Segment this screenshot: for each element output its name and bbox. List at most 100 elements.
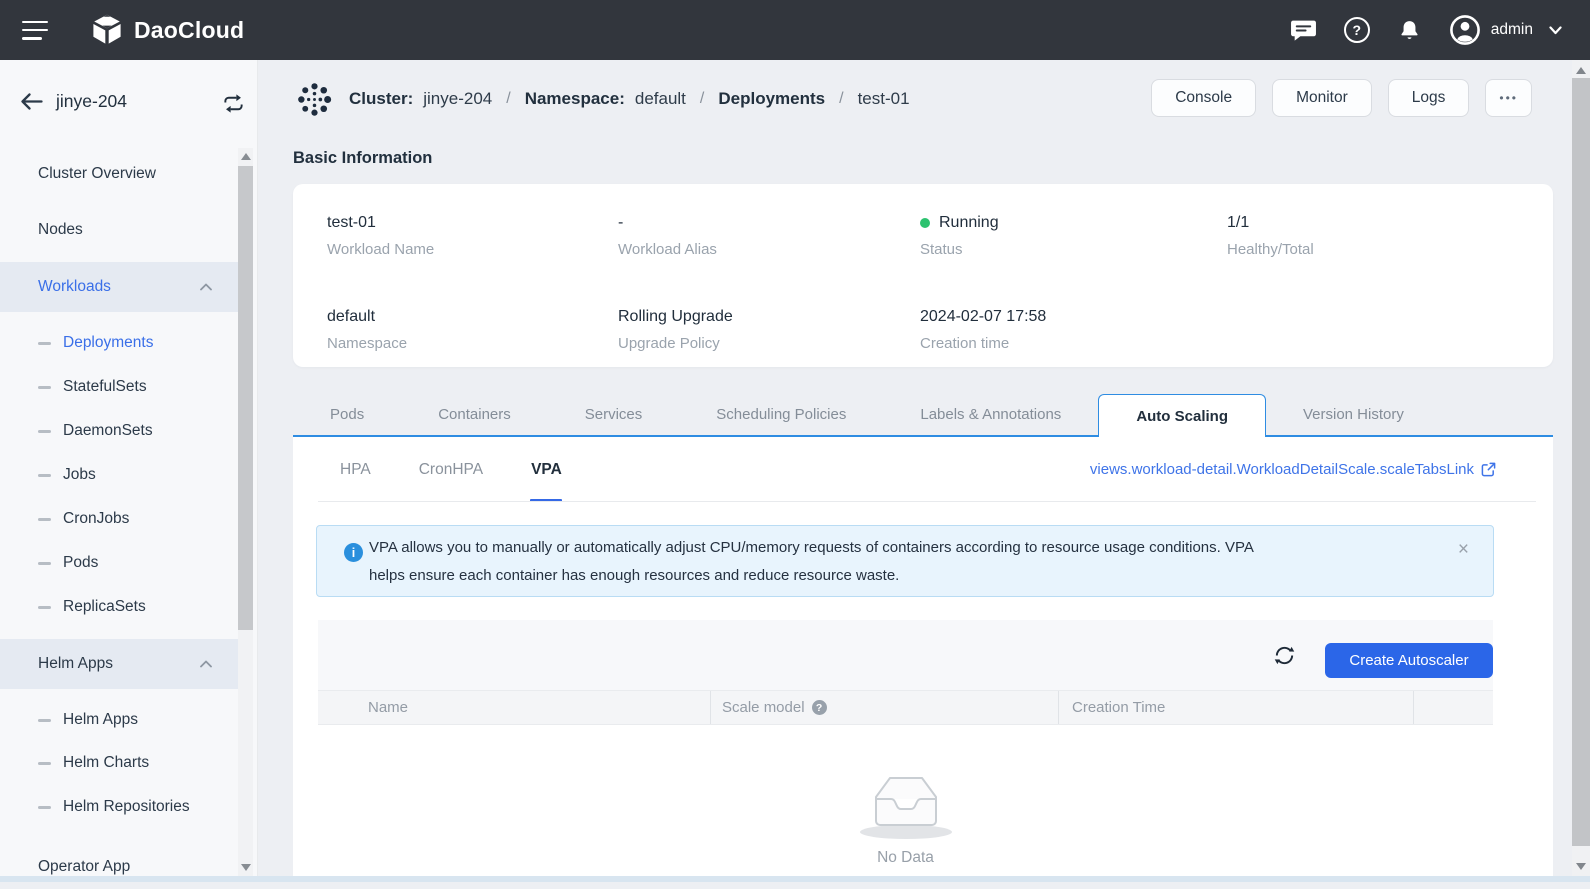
- subtab-divider: [318, 501, 1536, 502]
- dash-icon: [38, 474, 51, 477]
- column-creation-time: Creation Time: [1072, 691, 1165, 724]
- page-scrollbar[interactable]: [1572, 60, 1590, 882]
- tab-services[interactable]: Services: [548, 394, 680, 435]
- sidebar-item-cronjobs[interactable]: CronJobs: [0, 497, 238, 541]
- console-button[interactable]: Console: [1151, 79, 1256, 117]
- dash-icon: [38, 518, 51, 521]
- back-arrow-icon[interactable]: [20, 93, 43, 110]
- scroll-up-arrow[interactable]: [1576, 67, 1586, 74]
- scroll-down-arrow[interactable]: [1576, 863, 1586, 870]
- dash-icon: [38, 606, 51, 609]
- breadcrumb-separator: /: [700, 90, 704, 108]
- field-workload-alias: - Workload Alias: [618, 214, 920, 274]
- sidebar-group-helm-apps[interactable]: Helm Apps: [0, 639, 238, 689]
- table-body: No Data: [318, 725, 1493, 882]
- status-dot: [920, 218, 930, 228]
- table-header: Name Scale model ? Creation Time: [318, 690, 1493, 725]
- sidebar-item-helm-apps[interactable]: Helm Apps: [0, 698, 238, 742]
- tab-version-history[interactable]: Version History: [1266, 394, 1441, 435]
- breadcrumb-section[interactable]: Deployments: [718, 89, 825, 109]
- autoscaler-table: Create Autoscaler Name Scale model ? Cre…: [318, 620, 1493, 882]
- messages-icon[interactable]: [1290, 18, 1317, 43]
- vpa-info-text: VPA allows you to manually or automatica…: [369, 534, 1284, 590]
- column-divider: [1413, 691, 1414, 724]
- help-icon[interactable]: ?: [1344, 17, 1370, 43]
- breadcrumb-cluster-label: Cluster:: [349, 89, 413, 109]
- tab-labels-annotations[interactable]: Labels & Annotations: [883, 394, 1098, 435]
- field-status: Running Status: [920, 214, 1227, 274]
- basic-information-card: test-01 Workload Name - Workload Alias R…: [293, 184, 1553, 367]
- subtab-vpa[interactable]: VPA: [531, 437, 562, 502]
- scroll-up-arrow[interactable]: [241, 153, 251, 160]
- sidebar-item-nodes[interactable]: Nodes: [0, 208, 238, 252]
- tab-auto-scaling[interactable]: Auto Scaling: [1098, 394, 1266, 437]
- sidebar-item-daemonsets[interactable]: DaemonSets: [0, 409, 238, 453]
- navbar-right: ? admin: [1263, 14, 1562, 46]
- sidebar-item-helm-repositories[interactable]: Helm Repositories: [0, 785, 238, 829]
- basic-information-title: Basic Information: [293, 149, 432, 168]
- field-healthy-total: 1/1 Healthy/Total: [1227, 214, 1553, 274]
- tab-containers[interactable]: Containers: [401, 394, 548, 435]
- sidebar-item-deployments[interactable]: Deployments: [0, 321, 238, 365]
- dash-icon: [38, 806, 51, 809]
- daocloud-cube-icon: [90, 13, 124, 47]
- brand-name: DaoCloud: [134, 17, 244, 44]
- breadcrumb: Cluster: jinye-204 / Namespace: default …: [296, 80, 910, 118]
- window-bottom-edge: [0, 876, 1590, 882]
- empty-inbox-icon: [858, 765, 954, 841]
- dash-icon: [38, 762, 51, 765]
- vpa-info-banner: i VPA allows you to manually or automati…: [316, 525, 1494, 597]
- dash-icon: [38, 386, 51, 389]
- tab-pods[interactable]: Pods: [293, 394, 401, 435]
- cluster-name-title: jinye-204: [56, 91, 127, 112]
- breadcrumb-namespace-value[interactable]: default: [635, 89, 686, 109]
- top-navbar: DaoCloud ?: [0, 0, 1590, 60]
- sidebar-item-pods[interactable]: Pods: [0, 541, 238, 585]
- info-icon: i: [344, 543, 363, 562]
- more-actions-button[interactable]: •••: [1485, 79, 1532, 117]
- column-name: Name: [368, 691, 408, 724]
- field-creation-time: 2024-02-07 17:58 Creation time: [920, 308, 1227, 368]
- banner-close-icon[interactable]: ×: [1458, 540, 1469, 559]
- status-value: Running: [939, 214, 999, 232]
- column-divider: [710, 691, 711, 724]
- sidebar-header: jinye-204: [0, 60, 257, 146]
- create-autoscaler-button[interactable]: Create Autoscaler: [1325, 643, 1493, 678]
- menu-toggle-icon[interactable]: [22, 21, 48, 40]
- page-scrollbar-thumb[interactable]: [1572, 78, 1590, 846]
- cluster-dots-icon: [296, 81, 333, 118]
- user-avatar[interactable]: [1449, 14, 1481, 46]
- monitor-button[interactable]: Monitor: [1272, 79, 1372, 117]
- sidebar-item-statefulsets[interactable]: StatefulSets: [0, 365, 238, 409]
- question-mark-icon[interactable]: ?: [812, 700, 827, 715]
- sidebar-item-operator-app[interactable]: Operator App: [0, 845, 238, 889]
- user-menu-chevron-down-icon[interactable]: [1549, 26, 1562, 35]
- switch-cluster-icon[interactable]: [222, 92, 245, 115]
- auto-scaling-panel: HPA CronHPA VPA views.workload-detail.Wo…: [293, 437, 1553, 882]
- sidebar-scrollbar-thumb[interactable]: [238, 166, 253, 630]
- notifications-bell-icon[interactable]: [1397, 18, 1422, 43]
- sidebar-item-helm-charts[interactable]: Helm Charts: [0, 741, 238, 785]
- scale-subtabs: HPA CronHPA VPA views.workload-detail.Wo…: [293, 437, 1553, 502]
- username-label: admin: [1491, 21, 1533, 39]
- sidebar-item-cluster-overview[interactable]: Cluster Overview: [0, 152, 238, 196]
- dash-icon: [38, 562, 51, 565]
- dash-icon: [38, 342, 51, 345]
- tab-scheduling-policies[interactable]: Scheduling Policies: [679, 394, 883, 435]
- logs-button[interactable]: Logs: [1388, 79, 1470, 117]
- subtab-cronhpa[interactable]: CronHPA: [419, 437, 483, 502]
- sidebar-group-workloads[interactable]: Workloads: [0, 262, 238, 312]
- breadcrumb-cluster-value[interactable]: jinye-204: [423, 89, 492, 109]
- scroll-down-arrow[interactable]: [241, 864, 251, 871]
- sidebar-item-replicasets[interactable]: ReplicaSets: [0, 585, 238, 629]
- column-scale-model: Scale model ?: [722, 691, 827, 724]
- sidebar-scrollbar[interactable]: [238, 148, 253, 882]
- breadcrumb-workload-name: test-01: [858, 89, 910, 109]
- column-divider: [1058, 691, 1059, 724]
- sidebar-item-jobs[interactable]: Jobs: [0, 453, 238, 497]
- refresh-icon[interactable]: [1273, 644, 1296, 667]
- scale-tabs-link[interactable]: views.workload-detail.WorkloadDetailScal…: [1090, 461, 1496, 478]
- brand-logo[interactable]: DaoCloud: [90, 13, 244, 47]
- scale-tabs-link-text: views.workload-detail.WorkloadDetailScal…: [1090, 461, 1474, 478]
- subtab-hpa[interactable]: HPA: [340, 437, 371, 502]
